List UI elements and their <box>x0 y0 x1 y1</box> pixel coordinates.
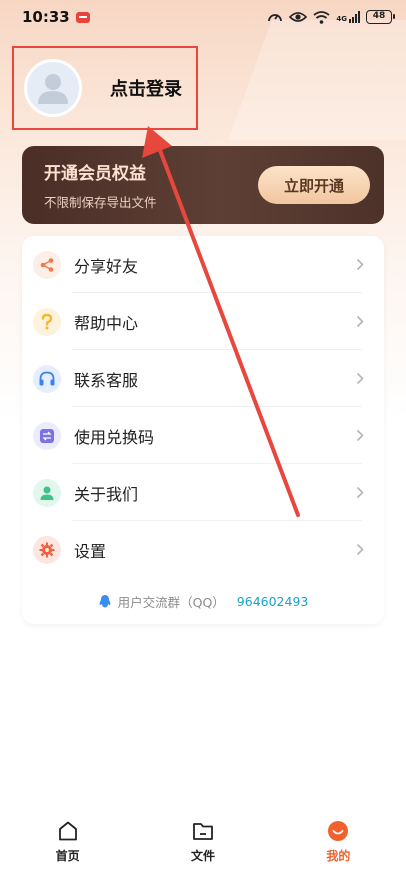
eye-icon <box>289 12 308 22</box>
person-icon <box>33 478 61 507</box>
menu-label-redeem: 使用兑换码 <box>74 427 155 447</box>
chevron-right-icon <box>356 315 364 328</box>
menu-item-help[interactable]: 帮助中心 <box>22 293 384 350</box>
vip-title: 开通会员权益 <box>44 164 146 184</box>
menu-item-settings[interactable]: 设置 <box>22 521 384 578</box>
menu-item-redeem[interactable]: 使用兑换码 <box>22 407 384 464</box>
qq-group-info[interactable]: 用户交流群（QQ） 964602493 <box>22 592 384 611</box>
nav-files[interactable]: 文件 <box>135 812 270 869</box>
menu-item-support[interactable]: 联系客服 <box>22 350 384 407</box>
chevron-right-icon <box>356 258 364 271</box>
qq-group-label: 用户交流群（QQ） <box>117 595 225 610</box>
share-icon <box>33 250 61 279</box>
question-icon <box>33 307 61 336</box>
menu-label-help: 帮助中心 <box>74 313 139 333</box>
default-avatar-icon <box>38 74 68 104</box>
qq-group-number[interactable]: 964602493 <box>237 594 309 609</box>
headset-icon <box>33 364 61 393</box>
menu-label-support: 联系客服 <box>74 370 139 390</box>
menu-label-about: 关于我们 <box>74 484 139 504</box>
avatar[interactable] <box>24 59 82 117</box>
status-time: 10:33 <box>22 8 70 26</box>
chevron-right-icon <box>356 372 364 385</box>
app-notification-icon <box>75 11 90 23</box>
nav-home[interactable]: 首页 <box>0 812 135 869</box>
menu-label-share: 分享好友 <box>74 256 139 276</box>
nav-files-label: 文件 <box>190 849 215 863</box>
bottom-navigation: 首页 文件 我的 <box>0 812 406 869</box>
home-icon <box>58 821 77 841</box>
battery-indicator: 48 <box>366 10 395 24</box>
profile-smile-icon <box>328 821 349 841</box>
speedometer-icon <box>268 14 283 22</box>
chevron-right-icon <box>356 429 364 442</box>
menu-item-share[interactable]: 分享好友 <box>22 236 384 293</box>
menu-label-settings: 设置 <box>74 541 107 561</box>
open-vip-button[interactable]: 立即开通 <box>258 166 370 204</box>
status-icons: 4G 48 <box>267 10 395 24</box>
chevron-right-icon <box>356 543 364 556</box>
vip-banner[interactable]: 开通会员权益 不限制保存导出文件 立即开通 <box>22 146 384 224</box>
menu-item-about[interactable]: 关于我们 <box>22 464 384 521</box>
qq-penguin-icon <box>99 595 110 608</box>
gear-icon <box>33 535 61 564</box>
folder-icon <box>193 823 213 840</box>
menu-card: 分享好友 帮助中心 联系客服 使用兑换码 关于我们 设置 用户交流群（QQ） 9… <box>22 236 384 624</box>
wifi-icon <box>313 10 330 24</box>
network-type: 4G <box>336 15 347 23</box>
nav-mine-label: 我的 <box>326 849 351 863</box>
login-label[interactable]: 点击登录 <box>110 75 182 101</box>
nav-mine[interactable]: 我的 <box>271 812 406 869</box>
status-bar: 10:33 4G 48 <box>0 0 406 34</box>
exchange-icon <box>33 421 61 450</box>
signal-icon: 4G <box>336 11 360 23</box>
chevron-right-icon <box>356 486 364 499</box>
nav-home-label: 首页 <box>55 849 80 863</box>
login-area[interactable]: 点击登录 <box>12 46 198 130</box>
vip-subtitle: 不限制保存导出文件 <box>44 195 157 210</box>
